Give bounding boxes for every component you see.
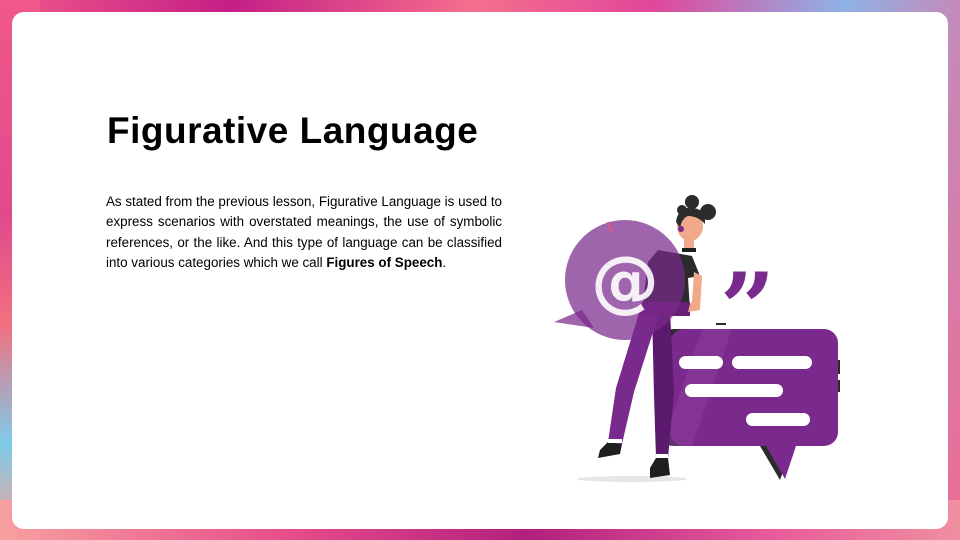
- body-text-bold: Figures of Speech: [326, 255, 443, 271]
- ground-shadow: [577, 476, 687, 482]
- slide-canvas: Figurative Language As stated from the p…: [12, 12, 948, 529]
- quote-icon: ”: [720, 252, 775, 365]
- at-sign-icon: @: [591, 242, 659, 321]
- body-text-end: .: [442, 255, 447, 271]
- woman-chat-illustration: ” @: [554, 195, 840, 482]
- slide-body-text: As stated from the previous lesson, Figu…: [106, 192, 502, 274]
- at-sign-bubble-icon: @: [554, 220, 685, 340]
- slide-title: Figurative Language: [107, 110, 479, 151]
